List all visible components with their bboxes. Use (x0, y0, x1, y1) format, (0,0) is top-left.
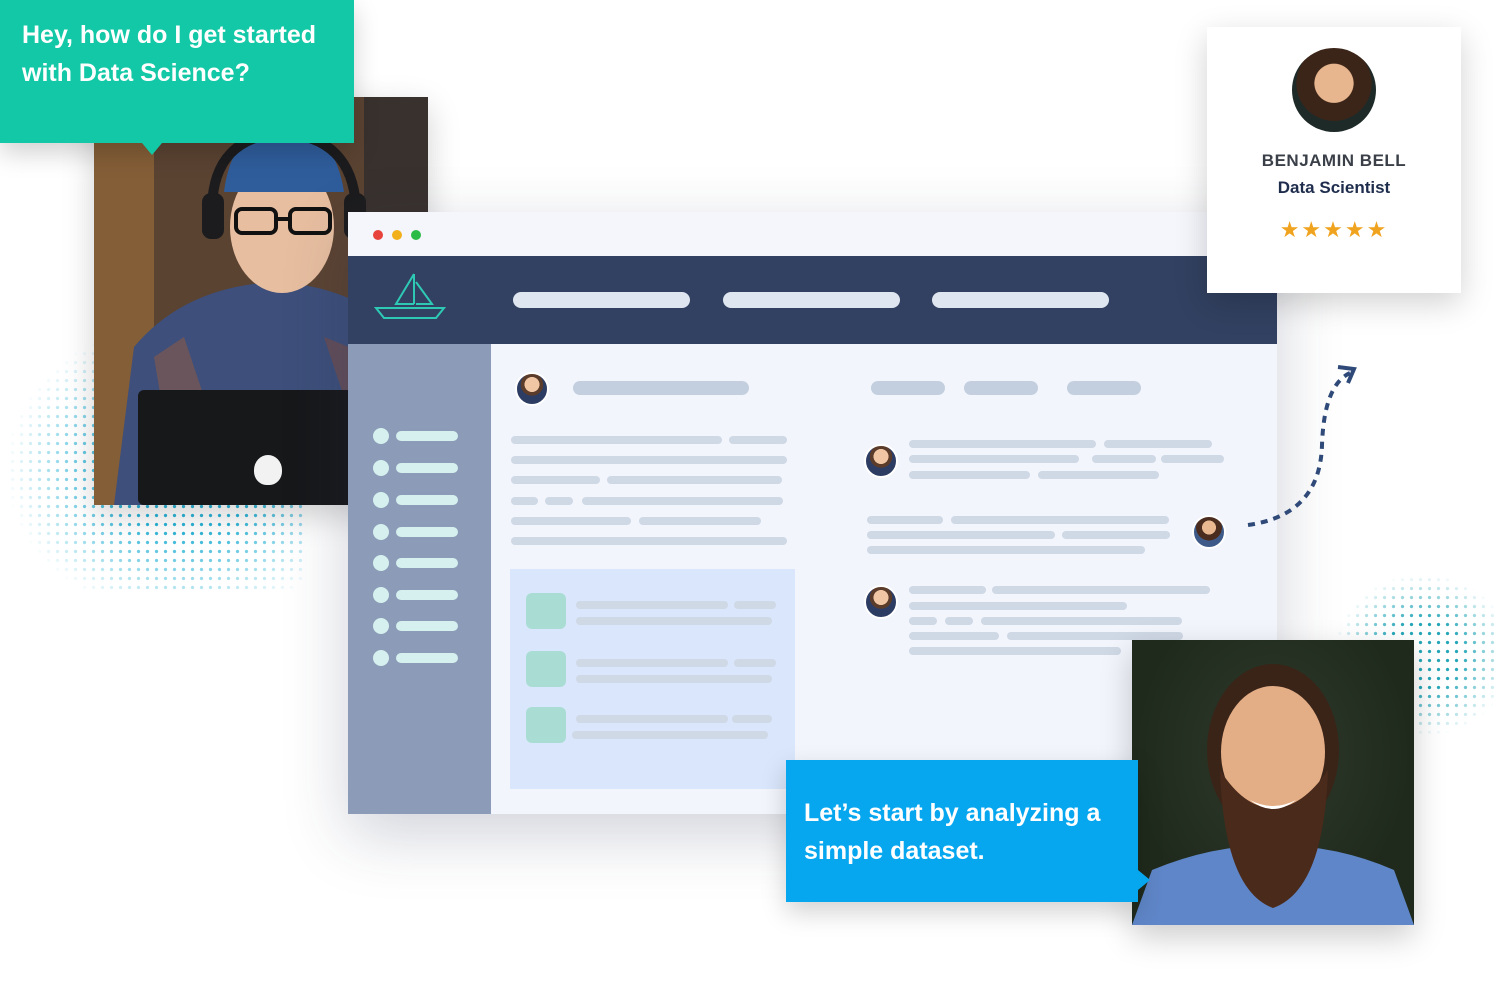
message-line-placeholder (1062, 531, 1170, 539)
apple-logo-icon (254, 455, 282, 485)
sidebar-item-dot[interactable] (373, 428, 389, 444)
message-line-placeholder (909, 440, 1096, 448)
card-line-placeholder (576, 617, 772, 625)
card-line-placeholder (572, 731, 768, 739)
close-dot-icon[interactable] (373, 230, 383, 240)
text-line-placeholder (511, 476, 600, 484)
sidebar-item-label[interactable] (396, 527, 458, 537)
message-line-placeholder (1104, 440, 1212, 448)
message-line-placeholder (1161, 455, 1224, 463)
sidebar (348, 344, 491, 814)
nav-item-placeholder[interactable] (723, 292, 900, 308)
message-line-placeholder (1007, 632, 1183, 640)
question-bubble-tail (142, 143, 162, 155)
question-bubble: Hey, how do I get started with Data Scie… (0, 0, 354, 155)
message-line-placeholder (909, 471, 1030, 479)
mentor-role: Data Scientist (1277, 178, 1391, 197)
minimize-dot-icon[interactable] (392, 230, 402, 240)
card-line-placeholder (576, 675, 772, 683)
message-line-placeholder (1038, 471, 1159, 479)
sidebar-item-dot[interactable] (373, 587, 389, 603)
sailboat-icon[interactable] (374, 270, 446, 322)
sidebar-item-dot[interactable] (373, 524, 389, 540)
question-text: Hey, how do I get started with Data Scie… (22, 21, 317, 87)
text-line-placeholder (511, 436, 722, 444)
sidebar-item-label[interactable] (396, 463, 458, 473)
answer-text: Let’s start by analyzing a simple datase… (804, 799, 1101, 865)
message-line-placeholder (909, 632, 999, 640)
text-line-placeholder (511, 497, 538, 505)
sidebar-item-label[interactable] (396, 431, 458, 441)
text-line-placeholder (639, 517, 761, 525)
sidebar-item-label[interactable] (396, 558, 458, 568)
message-line-placeholder (951, 516, 1169, 524)
text-line-placeholder (545, 497, 573, 505)
mentor-avatar[interactable] (1192, 515, 1226, 549)
maximize-dot-icon[interactable] (411, 230, 421, 240)
sidebar-item-label[interactable] (396, 590, 458, 600)
mentor-profile-card[interactable]: BENJAMIN BELL Data Scientist ★★★★★ (1207, 27, 1461, 293)
text-line-placeholder (511, 537, 787, 545)
sidebar-item-label[interactable] (396, 621, 458, 631)
message-line-placeholder (992, 586, 1210, 594)
text-line-placeholder (729, 436, 787, 444)
app-header (348, 256, 1277, 344)
nav-item-placeholder[interactable] (932, 292, 1109, 308)
sidebar-item-dot[interactable] (373, 650, 389, 666)
sidebar-item-dot[interactable] (373, 460, 389, 476)
mentor-profile-photo (1292, 48, 1376, 132)
card-line-placeholder (576, 601, 728, 609)
sidebar-item-dot[interactable] (373, 555, 389, 571)
message-line-placeholder (909, 647, 1121, 655)
answer-bubble: Let’s start by analyzing a simple datase… (786, 760, 1150, 902)
title-placeholder (573, 381, 749, 395)
card-line-placeholder (576, 715, 728, 723)
card-thumbnail[interactable] (526, 593, 566, 629)
message-line-placeholder (867, 531, 1055, 539)
nav-item-placeholder[interactable] (513, 292, 690, 308)
avatar[interactable] (864, 444, 898, 478)
card-line-placeholder (576, 659, 728, 667)
card-line-placeholder (732, 715, 772, 723)
tab-placeholder[interactable] (1067, 381, 1141, 395)
sidebar-item-dot[interactable] (373, 618, 389, 634)
text-line-placeholder (511, 456, 787, 464)
sidebar-item-label[interactable] (396, 653, 458, 663)
card-thumbnail[interactable] (526, 651, 566, 687)
card-line-placeholder (734, 601, 776, 609)
tab-placeholder[interactable] (871, 381, 945, 395)
message-line-placeholder (1092, 455, 1156, 463)
card-thumbnail[interactable] (526, 707, 566, 743)
message-line-placeholder (981, 617, 1182, 625)
card-line-placeholder (734, 659, 776, 667)
message-line-placeholder (867, 516, 943, 524)
sidebar-item-label[interactable] (396, 495, 458, 505)
star-rating: ★★★★★ (1279, 217, 1389, 242)
message-line-placeholder (909, 586, 986, 594)
tab-placeholder[interactable] (964, 381, 1038, 395)
avatar[interactable] (864, 585, 898, 619)
connector-arrow-icon (1247, 365, 1357, 527)
browser-titlebar (348, 212, 1277, 256)
message-line-placeholder (867, 546, 1145, 554)
mentor-name: BENJAMIN BELL (1261, 151, 1407, 170)
message-line-placeholder (909, 455, 1079, 463)
avatar[interactable] (515, 372, 549, 406)
answer-bubble-tail (1138, 870, 1150, 890)
message-line-placeholder (909, 617, 937, 625)
mentor-photo (1132, 640, 1414, 925)
text-line-placeholder (511, 517, 631, 525)
mentor-illustration (1132, 664, 1414, 925)
sidebar-item-dot[interactable] (373, 492, 389, 508)
text-line-placeholder (607, 476, 782, 484)
text-line-placeholder (582, 497, 783, 505)
message-line-placeholder (945, 617, 973, 625)
message-line-placeholder (909, 602, 1127, 610)
card-list-panel (510, 569, 795, 789)
